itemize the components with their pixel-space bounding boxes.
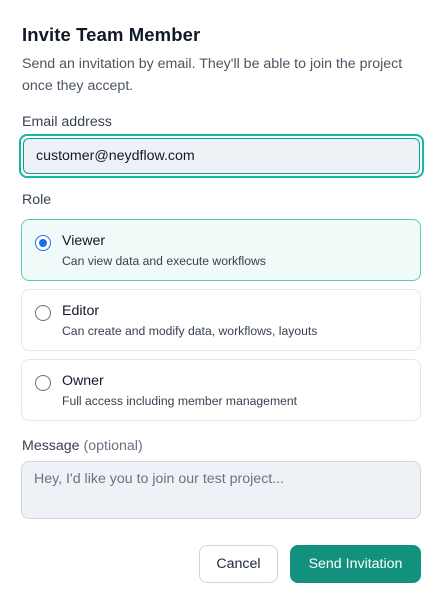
message-label-text: Message (22, 438, 80, 454)
cancel-button[interactable]: Cancel (199, 545, 278, 583)
role-option-viewer[interactable]: Viewer Can view data and execute workflo… (21, 219, 421, 281)
radio-unchecked-icon[interactable] (35, 375, 51, 391)
dialog-title: Invite Team Member (22, 24, 201, 45)
role-label: Role (22, 192, 52, 208)
role-option-editor[interactable]: Editor Can create and modify data, workf… (21, 289, 421, 351)
radio-checked-icon[interactable] (35, 235, 51, 251)
message-label: Message (optional) (22, 438, 143, 454)
role-option-name: Owner (62, 373, 104, 389)
role-option-name: Editor (62, 303, 100, 319)
radio-unchecked-icon[interactable] (35, 305, 51, 321)
role-option-name: Viewer (62, 233, 106, 249)
dialog-subtitle: Send an invitation by email. They'll be … (22, 56, 403, 94)
optional-hint: (optional) (83, 438, 143, 454)
role-option-description: Full access including member management (62, 394, 298, 408)
role-option-description: Can create and modify data, workflows, l… (62, 324, 318, 338)
email-focus-ring (19, 134, 424, 178)
email-field[interactable] (23, 138, 420, 174)
message-textarea[interactable] (21, 461, 421, 519)
email-label: Email address (22, 114, 112, 130)
send-invitation-button[interactable]: Send Invitation (290, 545, 421, 583)
role-option-owner[interactable]: Owner Full access including member manag… (21, 359, 421, 421)
invite-dialog: Invite Team Member Send an invitation by… (0, 0, 443, 602)
role-option-description: Can view data and execute workflows (62, 254, 266, 268)
